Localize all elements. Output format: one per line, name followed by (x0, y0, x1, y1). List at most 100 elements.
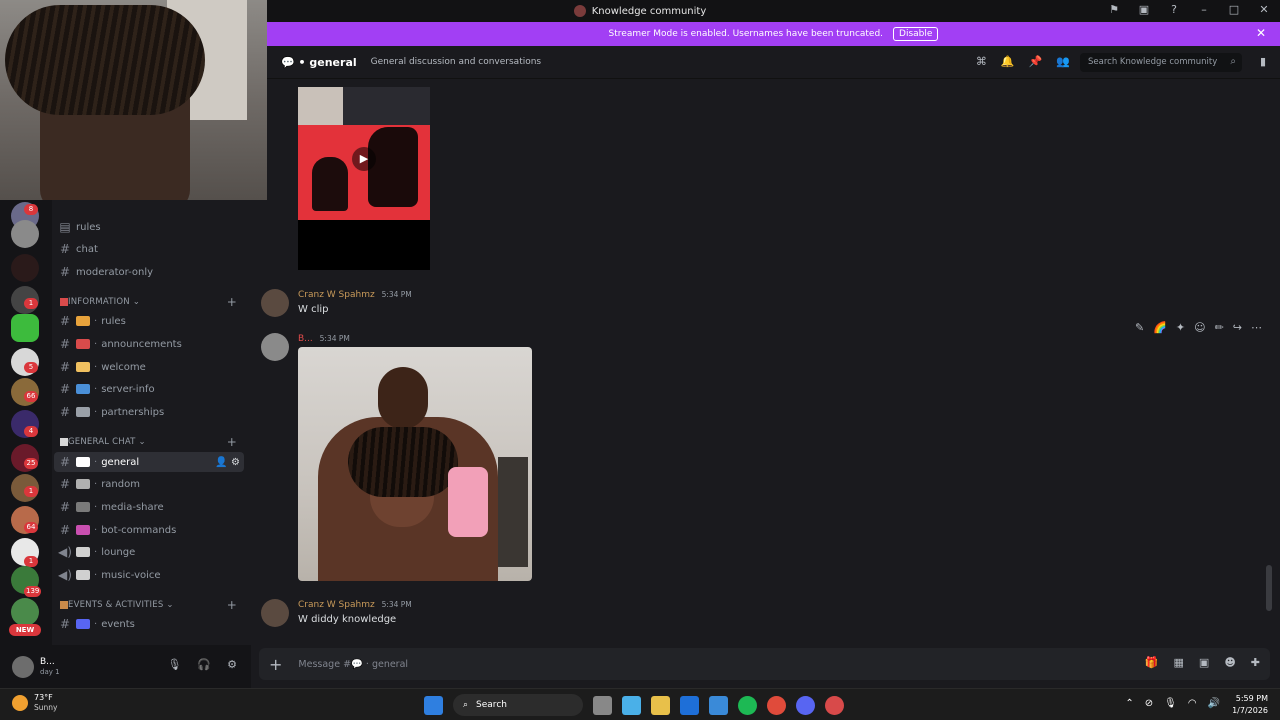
threads-icon[interactable]: ⌘ (976, 55, 987, 68)
channel-rules[interactable]: # · rules (54, 311, 244, 331)
avatar[interactable] (12, 655, 34, 678)
emoji-icon[interactable]: ☻ (1224, 656, 1235, 669)
server-icon[interactable] (11, 598, 39, 626)
invite-icon[interactable]: 👤 (215, 457, 227, 468)
add-reaction-icon[interactable]: ☺ (1194, 321, 1205, 334)
edit-icon[interactable]: ✏ (1215, 321, 1224, 334)
message-composer[interactable]: + Message #💬 · general 🎁 ▦ ▣ ☻ ✚ (259, 648, 1270, 680)
gear-icon[interactable]: ⚙ (231, 457, 240, 468)
add-channel-icon[interactable]: + (227, 598, 237, 612)
channel-random[interactable]: # · random (54, 474, 244, 494)
avatar[interactable] (261, 289, 289, 317)
headphones-icon[interactable]: 🎧 (197, 658, 211, 671)
chrome-icon[interactable] (767, 695, 786, 715)
clipboard-icon (60, 298, 68, 306)
flag-icon[interactable]: ⚑ (1106, 3, 1122, 16)
message-header: Cranz W Spahmz 5:34 PM (298, 290, 412, 300)
maximize-icon[interactable]: □ (1226, 3, 1242, 16)
channel-general[interactable]: # · general 👤 ⚙ (54, 452, 244, 472)
gif-icon[interactable]: ▦ (1174, 656, 1184, 669)
message-author[interactable]: Cranz W Spahmz (298, 600, 375, 610)
close-window-icon[interactable]: ✕ (1256, 3, 1272, 16)
network-off-icon[interactable]: ⊘ (1145, 698, 1153, 709)
avatar[interactable] (261, 333, 289, 361)
server-icon[interactable] (11, 254, 39, 282)
bookmark-icon[interactable]: ▮ (1260, 55, 1266, 68)
disable-streamer-mode-button[interactable]: Disable (893, 27, 939, 41)
channel-label: rules (76, 221, 101, 233)
rainbow-icon[interactable]: 🌈 (1153, 321, 1167, 334)
spotify-icon[interactable] (738, 695, 757, 715)
weather-desc: Sunny (34, 703, 58, 712)
add-channel-icon[interactable]: + (227, 295, 237, 309)
channel-moderator-only[interactable]: # moderator-only (54, 262, 244, 282)
discord-icon[interactable] (796, 695, 815, 715)
microphone-icon[interactable]: 🎙 (1164, 698, 1177, 709)
help-icon[interactable]: ? (1166, 3, 1182, 16)
channel-media-share[interactable]: # · media-share (54, 497, 244, 517)
pin-icon[interactable]: 📌 (1029, 55, 1043, 68)
clock[interactable]: 5:59 PM 1/7/2026 (1232, 693, 1268, 717)
reaction-icon[interactable]: ✎ (1135, 321, 1144, 334)
task-view-icon[interactable] (593, 695, 612, 715)
copilot-icon[interactable] (622, 695, 641, 715)
channel-rules-top[interactable]: ▤ rules (54, 217, 244, 237)
video-figure (312, 157, 348, 211)
app-icon[interactable] (825, 695, 844, 715)
reply-icon[interactable]: ↪ (1233, 321, 1242, 334)
chevron-up-icon[interactable]: ⌃ (1125, 698, 1133, 709)
channel-partnerships[interactable]: # · partnerships (54, 402, 244, 422)
message-author[interactable]: Cranz W Spahmz (298, 290, 375, 300)
message-text: W diddy knowledge (298, 614, 397, 625)
category-information[interactable]: INFORMATION ⌄ + (60, 294, 245, 310)
message-author[interactable]: B... (298, 334, 313, 344)
channel-welcome[interactable]: # · welcome (54, 357, 244, 377)
banner-close-icon[interactable]: ✕ (1256, 26, 1266, 40)
taskbar-search[interactable]: ⌕ Search (453, 694, 583, 716)
category-general-chat[interactable]: GENERAL CHAT ⌄ + (60, 434, 245, 450)
search-input[interactable]: Search Knowledge community ⌕ (1080, 53, 1242, 72)
video-embed[interactable]: ▶ (298, 87, 430, 270)
channel-music-voice[interactable]: ◀) · music-voice (54, 565, 244, 585)
channel-server-info[interactable]: # · server-info (54, 379, 244, 399)
play-icon[interactable]: ▶ (352, 147, 376, 171)
members-icon[interactable]: 👥 (1056, 55, 1070, 68)
microphone-icon[interactable]: 🎙 (167, 658, 181, 671)
volume-icon[interactable]: 🔊 (1208, 698, 1220, 709)
server-icon[interactable] (11, 220, 39, 248)
more-icon[interactable]: ⋯ (1251, 321, 1262, 334)
window-title-text: Knowledge community (591, 5, 707, 17)
wifi-icon[interactable]: ◠ (1188, 698, 1197, 709)
windows-start-icon[interactable] (424, 695, 443, 715)
store-icon[interactable] (709, 695, 728, 715)
channel-chat[interactable]: # chat (54, 239, 244, 259)
channel-bot-commands[interactable]: # · bot-commands (54, 520, 244, 540)
image-attachment[interactable] (298, 347, 532, 581)
attach-icon[interactable]: + (269, 655, 282, 674)
server-icon[interactable] (11, 314, 39, 342)
channel-lounge[interactable]: ◀) · lounge (54, 542, 244, 562)
channel-events[interactable]: # · events (54, 614, 244, 634)
sticker-icon[interactable]: ▣ (1199, 656, 1209, 669)
message-timestamp: 5:34 PM (381, 600, 412, 609)
weather-widget[interactable]: 73°F Sunny (12, 693, 57, 713)
server-badge: 4 (24, 426, 38, 437)
username: B... (40, 656, 55, 667)
gift-icon[interactable]: 🎁 (1145, 656, 1159, 669)
apps-icon[interactable]: ✚ (1251, 656, 1260, 669)
user-info[interactable]: B... day 1 (40, 657, 60, 677)
minimize-icon[interactable]: – (1196, 3, 1212, 16)
bell-icon[interactable]: 🔔 (1001, 55, 1015, 68)
inbox-icon[interactable]: ▣ (1136, 3, 1152, 16)
separator-dot: · (94, 618, 98, 630)
channel-announcements[interactable]: # · announcements (54, 334, 244, 354)
mail-icon[interactable] (680, 695, 699, 715)
gear-icon[interactable]: ⚙ (227, 658, 237, 671)
chevron-down-icon: ⌄ (129, 297, 141, 307)
add-channel-icon[interactable]: + (227, 435, 237, 449)
avatar[interactable] (261, 599, 289, 627)
file-explorer-icon[interactable] (651, 695, 670, 715)
category-events-activities[interactable]: EVENTS & ACTIVITIES ⌄ + (60, 597, 245, 613)
pin-icon[interactable]: ✦ (1176, 321, 1185, 334)
scrollbar[interactable] (1266, 565, 1272, 611)
